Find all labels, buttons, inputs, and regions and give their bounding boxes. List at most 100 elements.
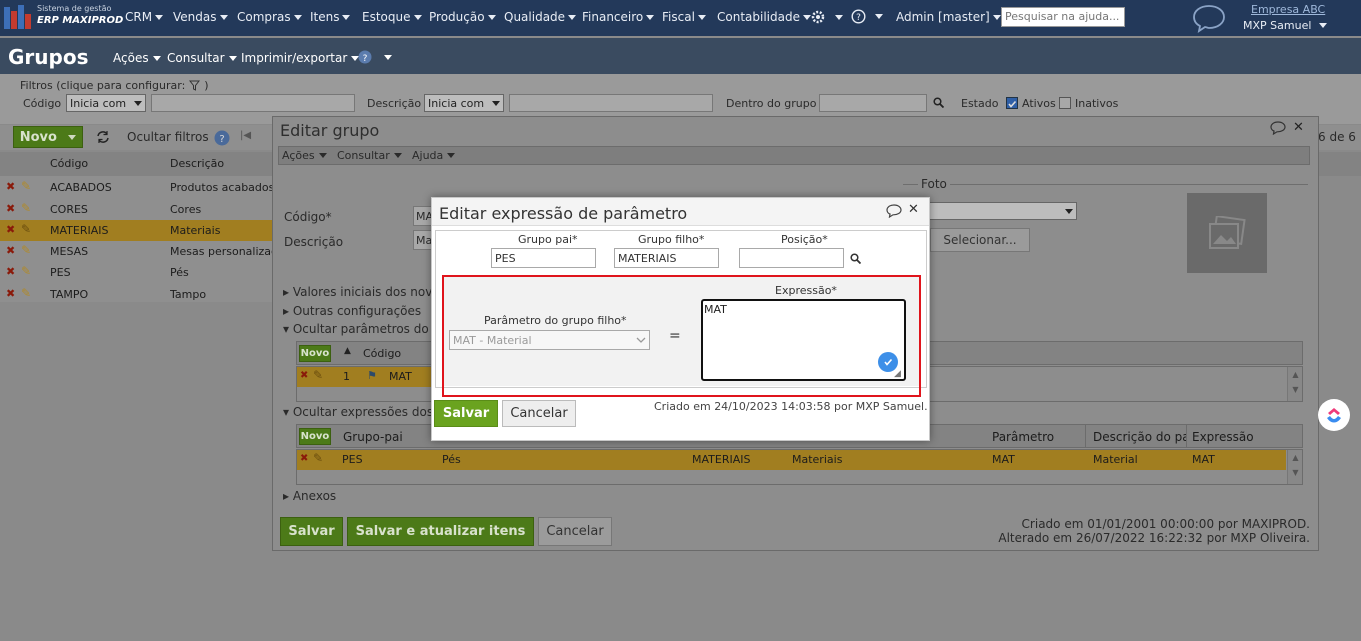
menu-fiscal[interactable]: Fiscal <box>662 10 706 24</box>
edit-pencil-icon[interactable]: ✎ <box>21 286 31 300</box>
edit-pencil-icon[interactable]: ✎ <box>21 222 31 236</box>
novo-button[interactable]: Novo <box>13 126 83 148</box>
descricao-label: Descrição <box>284 235 344 249</box>
grupo-filho-input[interactable]: MATERIAIS <box>614 248 719 268</box>
menu-acoes[interactable]: Ações <box>113 51 161 65</box>
edit-pencil-icon[interactable]: ✎ <box>313 368 323 382</box>
codigo-input[interactable]: MATERIAIS <box>413 206 433 226</box>
col-parametro-header[interactable]: Parâmetro <box>992 430 1054 444</box>
menu-compras[interactable]: Compras <box>237 10 302 24</box>
help-circle-icon[interactable]: ? <box>214 130 230 146</box>
ocultar-filtros-button[interactable]: Ocultar filtros <box>127 130 209 144</box>
table-row-selected[interactable]: ✖ ✎ MATERIAIS Materiais <box>0 220 275 241</box>
menu-producao[interactable]: Produção <box>429 10 496 24</box>
search-icon[interactable] <box>933 97 944 108</box>
menu-itens[interactable]: Itens <box>310 10 351 24</box>
floating-widget[interactable] <box>1318 399 1350 431</box>
col-descricao-header[interactable]: Descrição <box>170 157 224 170</box>
param-grid-scrollbar[interactable]: ▲ ▼ <box>1287 366 1303 402</box>
table-row[interactable]: ✖ ✎ PES Pés <box>0 262 275 283</box>
menu-consultar[interactable]: Consultar <box>167 51 237 65</box>
delete-icon[interactable]: ✖ <box>6 223 15 236</box>
user-menu[interactable]: MXP Samuel <box>1243 19 1328 32</box>
help-search-input[interactable]: Pesquisar na ajuda... <box>1001 7 1125 27</box>
delete-icon[interactable]: ✖ <box>6 244 15 257</box>
expr-row-selected[interactable]: ✖ ✎ PES Pés MATERIAIS Materiais MAT Mate… <box>296 449 1286 470</box>
help-menu[interactable]: ? <box>851 9 883 24</box>
delete-icon[interactable]: ✖ <box>300 370 308 381</box>
search-icon[interactable] <box>850 253 861 264</box>
filters-legend[interactable]: Filtros (clique para configurar: ) <box>20 79 209 92</box>
codigo-mode-select[interactable]: Inicia com <box>66 94 146 112</box>
col-descricao-param-header[interactable]: Descrição do parâmetro <box>1093 430 1186 444</box>
col-codigo-header[interactable]: Código <box>363 347 401 360</box>
table-row[interactable]: ✖ ✎ ACABADOS Produtos acabados <box>0 177 275 198</box>
edit-pencil-icon[interactable]: ✎ <box>21 243 31 257</box>
edit-pencil-icon[interactable]: ✎ <box>21 179 31 193</box>
section-parametros[interactable]: ▾ Ocultar parâmetros do grupo <box>283 322 431 336</box>
edit-pencil-icon[interactable]: ✎ <box>313 451 323 465</box>
delete-icon[interactable]: ✖ <box>6 180 15 193</box>
section-anexos[interactable]: ▸ Anexos <box>283 489 336 503</box>
section-expressoes[interactable]: ▾ Ocultar expressões dos parâmetros <box>283 405 431 419</box>
menu-financeiro[interactable]: Financeiro <box>582 10 655 24</box>
col-codigo-header[interactable]: Código <box>50 157 88 170</box>
dlg1-menu-ajuda[interactable]: Ajuda <box>412 149 456 162</box>
foto-select[interactable] <box>928 202 1077 220</box>
dlg1-cancelar-button[interactable]: Cancelar <box>538 517 612 546</box>
expr-grid-scrollbar[interactable]: ▲ ▼ <box>1287 449 1303 485</box>
chat-bubble-icon[interactable] <box>1270 121 1286 135</box>
salvar-atualizar-itens-button[interactable]: Salvar e atualizar itens <box>347 517 534 546</box>
grupo-pai-input[interactable]: PES <box>491 248 596 268</box>
menu-estoque[interactable]: Estoque <box>362 10 422 24</box>
close-icon[interactable]: ✕ <box>908 202 919 217</box>
delete-icon[interactable]: ✖ <box>6 265 15 278</box>
dlg1-menu-acoes[interactable]: Ações <box>282 149 327 162</box>
section-outras-configuracoes[interactable]: ▸ Outras configurações <box>283 304 421 318</box>
selecionar-button[interactable]: Selecionar... <box>930 228 1030 252</box>
company-link[interactable]: Empresa ABC <box>1251 3 1325 16</box>
settings-menu[interactable] <box>810 9 843 25</box>
edit-pencil-icon[interactable]: ✎ <box>21 264 31 278</box>
admin-menu[interactable]: Admin [master] <box>896 10 1001 24</box>
chat-bubble-icon[interactable] <box>886 204 902 218</box>
delete-icon[interactable]: ✖ <box>6 287 15 300</box>
table-row[interactable]: ✖ ✎ CORES Cores <box>0 199 275 220</box>
menu-contabilidade[interactable]: Contabilidade <box>717 10 811 24</box>
sort-asc-icon[interactable]: ▲ <box>344 346 351 356</box>
caret-down-icon <box>487 14 496 20</box>
chat-bubble-icon[interactable] <box>1192 3 1226 33</box>
menu-qualidade[interactable]: Qualidade <box>504 10 577 24</box>
menu-label: Financeiro <box>582 10 644 24</box>
menu-vendas[interactable]: Vendas <box>173 10 228 24</box>
posicao-input[interactable] <box>739 248 844 268</box>
menu-imprimir-exportar[interactable]: Imprimir/exportar <box>241 51 360 65</box>
expr-novo-button[interactable]: Novo <box>299 428 331 445</box>
dlg1-salvar-button[interactable]: Salvar <box>280 517 343 546</box>
dentro-grupo-input[interactable] <box>819 94 927 112</box>
descricao-input[interactable]: Materiais <box>413 230 433 250</box>
editar-expressao-dialog: Editar expressão de parâmetro ✕ Grupo pa… <box>431 197 930 441</box>
close-icon[interactable]: ✕ <box>1293 120 1304 135</box>
dlg1-menu-consultar[interactable]: Consultar <box>337 149 402 162</box>
ativos-checkbox[interactable] <box>1006 97 1018 109</box>
table-row[interactable]: ✖ ✎ MESAS Mesas personalizadas <box>0 241 275 262</box>
param-novo-button[interactable]: Novo <box>299 345 331 362</box>
cancelar-button[interactable]: Cancelar <box>502 400 576 427</box>
edit-pencil-icon[interactable]: ✎ <box>21 201 31 215</box>
menu-crm[interactable]: CRM <box>125 10 164 24</box>
first-page-icon[interactable]: |◀ <box>240 130 251 141</box>
delete-icon[interactable]: ✖ <box>6 202 15 215</box>
descricao-mode-select[interactable]: Inicia com <box>424 94 504 112</box>
col-expressao-header[interactable]: Expressão <box>1192 430 1254 444</box>
refresh-icon[interactable] <box>96 130 110 144</box>
delete-icon[interactable]: ✖ <box>300 453 308 464</box>
salvar-button[interactable]: Salvar <box>434 400 498 427</box>
table-row[interactable]: ✖ ✎ TAMPO Tampo <box>0 284 275 305</box>
codigo-filter-input[interactable] <box>151 94 355 112</box>
param-row-selected[interactable]: ✖ ✎ 1 ⚑ MAT <box>296 366 431 387</box>
inativos-checkbox[interactable] <box>1059 97 1071 109</box>
descricao-filter-input[interactable] <box>509 94 713 112</box>
col-grupo-pai-header[interactable]: Grupo-pai <box>343 430 403 444</box>
page-help-menu[interactable]: ? <box>358 50 392 64</box>
